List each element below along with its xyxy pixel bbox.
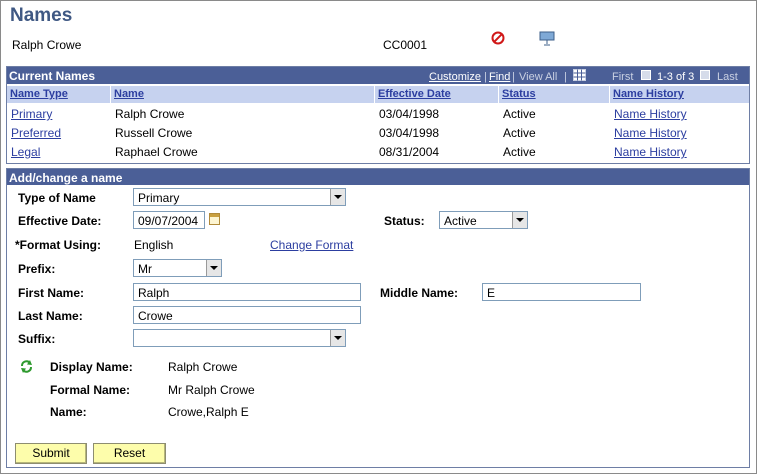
table-row: Legal [7,142,111,161]
last-name-input[interactable]: Crowe [133,306,361,324]
name-cell: Russell Crowe [115,126,193,140]
previous-arrow-icon[interactable] [641,70,651,80]
reset-button[interactable]: Reset [93,443,166,464]
column-header-name-type[interactable]: Name Type [7,86,111,103]
separator: | [484,71,487,83]
no-entry-icon[interactable] [491,31,505,45]
name-history-link[interactable]: Name History [614,145,687,159]
presentation-icon[interactable] [539,30,555,46]
name-cell: Ralph Crowe [115,107,185,121]
display-name-label: Display Name: [50,360,133,374]
type-of-name-label: Type of Name [18,191,96,205]
prefix-select[interactable]: Mr [133,259,222,277]
prefix-label: Prefix: [18,262,56,276]
separator: | [564,71,567,83]
format-using-value: English [134,238,174,252]
section-caption: Add/change a name [9,171,123,185]
name-type-link[interactable]: Primary [11,107,52,121]
type-of-name-select[interactable]: Primary [133,188,346,206]
name-cell: Raphael Crowe [115,145,198,159]
last-link[interactable]: Last [717,71,738,83]
status-select[interactable]: Active [439,211,528,229]
status-cell: Active [503,107,536,121]
view-all-link[interactable]: View All [519,71,557,83]
person-id: CC0001 [383,38,428,52]
chevron-down-icon [512,212,527,228]
table-row: Preferred [7,123,111,142]
name-type-link[interactable]: Preferred [11,126,61,140]
status-label: Status: [384,214,425,228]
date-cell: 03/04/1998 [379,107,440,121]
grid-header: Current Names Customize | Find | View Al… [7,67,749,84]
suffix-select[interactable] [133,329,346,347]
page-title: Names [10,5,73,26]
customize-link[interactable]: Customize [429,71,481,83]
first-name-label: First Name: [18,286,85,300]
calendar-icon[interactable] [209,213,220,225]
middle-name-label: Middle Name: [380,286,459,300]
effective-date-label: Effective Date: [18,214,102,228]
name-history-link[interactable]: Name History [614,107,687,121]
first-link[interactable]: First [612,71,633,83]
section-header: Add/change a name [7,169,749,185]
table-row: Primary [7,104,111,123]
column-header-name-history[interactable]: Name History [610,86,749,103]
change-format-link[interactable]: Change Format [270,238,353,252]
row-range: 1-3 of 3 [657,71,695,83]
last-name-label: Last Name: [18,309,83,323]
formal-name-value: Mr Ralph Crowe [168,383,255,397]
date-cell: 08/31/2004 [379,145,440,159]
formal-name-label: Formal Name: [50,383,131,397]
name-label: Name: [50,405,87,419]
submit-button[interactable]: Submit [15,443,87,464]
name-history-link[interactable]: Name History [614,126,687,140]
column-header-effective-date[interactable]: Effective Date [375,86,499,103]
status-cell: Active [503,126,536,140]
date-cell: 03/04/1998 [379,126,440,140]
display-name-value: Ralph Crowe [168,360,238,374]
name-value: Crowe,Ralph E [168,405,249,419]
spreadsheet-icon[interactable] [573,69,586,81]
separator: | [512,71,515,83]
status-cell: Active [503,145,536,159]
chevron-down-icon [330,189,345,205]
column-header-status[interactable]: Status [499,86,610,103]
effective-date-input[interactable]: 09/07/2004 [133,211,205,229]
name-type-link[interactable]: Legal [11,145,40,159]
grid-caption: Current Names [9,69,96,83]
first-name-input[interactable]: Ralph [133,283,361,301]
person-name: Ralph Crowe [12,38,82,52]
current-names-grid: Current Names Customize | Find | View Al… [6,66,750,164]
find-link[interactable]: Find [489,71,510,83]
chevron-down-icon [330,330,345,346]
column-header-name[interactable]: Name [111,86,375,103]
chevron-down-icon [206,260,221,276]
format-using-label: *Format Using: [15,238,102,252]
next-arrow-icon[interactable] [700,70,710,80]
middle-name-input[interactable]: E [482,283,641,301]
add-change-name-section: Add/change a name [6,168,750,468]
refresh-icon[interactable] [19,359,34,374]
suffix-label: Suffix: [18,332,56,346]
